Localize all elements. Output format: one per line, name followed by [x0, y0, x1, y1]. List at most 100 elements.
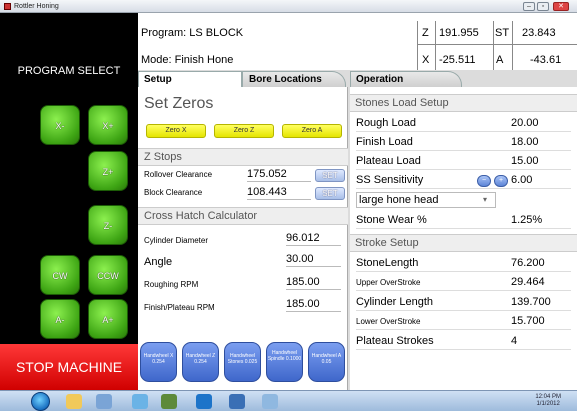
block-clearance-label: Block Clearance: [144, 188, 203, 197]
cross-hatch-header: Cross Hatch Calculator: [138, 207, 348, 225]
ss-sensitivity-input[interactable]: 6.00: [511, 174, 532, 186]
jog-x-minus-button[interactable]: X-: [40, 105, 80, 145]
rollover-clearance-input[interactable]: 175.052: [247, 168, 311, 182]
folder-icon[interactable]: [66, 394, 82, 409]
handwheel-stones-button[interactable]: Handwheel Stones 0.025: [224, 342, 261, 382]
program-select-label[interactable]: PROGRAM SELECT: [0, 65, 138, 77]
handwheel-spindle-button[interactable]: Handwheel Spindle 0.1000: [266, 342, 303, 382]
rollover-clearance-label: Rollover Clearance: [144, 170, 213, 179]
handwheel-a-button[interactable]: Handwheel A 0.05: [308, 342, 345, 382]
computer-icon[interactable]: [96, 394, 112, 409]
stop-machine-button[interactable]: STOP MACHINE: [0, 344, 138, 390]
axis-st-label: ST: [495, 27, 510, 39]
stone-wear-label: Stone Wear %: [356, 214, 427, 226]
browser-icon[interactable]: [132, 394, 148, 409]
minimize-button[interactable]: –: [523, 2, 535, 11]
skype-icon[interactable]: [196, 394, 212, 409]
close-button[interactable]: ✕: [553, 2, 569, 11]
tab-bore-locations[interactable]: Bore Locations: [242, 71, 346, 87]
chevron-down-icon: ▾: [482, 195, 487, 204]
angle-label: Angle: [144, 256, 173, 268]
stone-wear-row: Stone Wear % 1.25%: [356, 211, 571, 229]
jog-z-minus-button[interactable]: Z-: [88, 205, 128, 245]
stone-wear-value: 1.25%: [511, 214, 543, 226]
axis-st-value: 23.843: [522, 27, 556, 39]
finish-load-label: Finish Load: [356, 136, 413, 148]
axis-a-value: -43.61: [530, 54, 562, 66]
plateau-load-input[interactable]: 15.00: [511, 155, 539, 167]
z-stops-header: Z Stops: [138, 148, 348, 166]
rollover-set-button[interactable]: SET: [315, 169, 345, 182]
rough-load-row: Rough Load 20.00: [356, 114, 571, 132]
clock-time: 12:04 PM: [535, 394, 561, 400]
ss-sensitivity-label: SS Sensitivity: [356, 174, 424, 186]
window-title-bar: Rottler Honing – ▫ ✕: [0, 0, 577, 13]
finish-plateau-rpm-label: Finish/Plateau RPM: [144, 303, 215, 312]
finish-plateau-rpm-input[interactable]: 185.00: [286, 298, 341, 312]
jog-cw-button[interactable]: CW: [40, 255, 80, 295]
tab-setup[interactable]: Setup: [138, 71, 242, 87]
finish-load-row: Finish Load 18.00: [356, 133, 571, 151]
jog-z-plus-button[interactable]: Z+: [88, 151, 128, 191]
clock-date: 1/1/2012: [536, 401, 560, 407]
program-header: Program: LS BLOCK Mode: Finish Hone Z 19…: [138, 13, 577, 70]
start-menu-icon[interactable]: [31, 392, 50, 411]
handwheel-z-button[interactable]: Handwheel Z 0.254: [182, 342, 219, 382]
cylinder-length-row: Cylinder Length 139.700: [356, 293, 571, 311]
rough-load-label: Rough Load: [356, 117, 416, 129]
settings-icon[interactable]: [229, 394, 245, 409]
plateau-strokes-row: Plateau Strokes 4: [356, 332, 571, 350]
cylinder-length-input[interactable]: 139.700: [511, 296, 551, 308]
system-clock[interactable]: 12:04 PM 1/1/2012: [535, 394, 561, 408]
jog-panel: PROGRAM SELECT X- X+ Z+ Z- CW CCW A- A+: [0, 13, 138, 390]
stone-length-input[interactable]: 76.200: [511, 257, 545, 269]
block-set-button[interactable]: SET: [315, 187, 345, 200]
stroke-setup-header: Stroke Setup: [350, 234, 577, 252]
axis-z-label: Z: [422, 27, 429, 39]
finish-load-input[interactable]: 18.00: [511, 136, 539, 148]
app-icon: [4, 3, 11, 10]
plateau-strokes-label: Plateau Strokes: [356, 335, 434, 347]
zero-a-button[interactable]: Zero A: [282, 124, 342, 138]
upper-overstroke-input[interactable]: 29.464: [511, 276, 545, 288]
taskbar: 12:04 PM 1/1/2012: [0, 390, 577, 411]
lower-overstroke-input[interactable]: 15.700: [511, 315, 545, 327]
jog-x-plus-button[interactable]: X+: [88, 105, 128, 145]
set-zeros-title: Set Zeros: [144, 95, 214, 112]
stones-stroke-panel: Stones Load Setup Rough Load 20.00 Finis…: [350, 87, 577, 390]
upper-overstroke-label: Upper OverStroke: [356, 278, 421, 287]
jog-a-minus-button[interactable]: A-: [40, 299, 80, 339]
jog-ccw-button[interactable]: CCW: [88, 255, 128, 295]
upper-overstroke-row: Upper OverStroke 29.464: [356, 273, 571, 291]
angle-input[interactable]: 30.00: [286, 253, 341, 267]
plateau-strokes-input[interactable]: 4: [511, 335, 517, 347]
cylinder-diameter-input[interactable]: 96.012: [286, 232, 341, 246]
rough-load-input[interactable]: 20.00: [511, 117, 539, 129]
roughing-rpm-label: Roughing RPM: [144, 280, 199, 289]
jog-a-plus-button[interactable]: A+: [88, 299, 128, 339]
cylinder-diameter-label: Cylinder Diameter: [144, 236, 209, 245]
decrease-icon[interactable]: −: [477, 175, 491, 187]
zero-z-button[interactable]: Zero Z: [214, 124, 274, 138]
tab-operation[interactable]: Operation: [350, 71, 462, 87]
mode-name: Mode: Finish Hone: [141, 54, 234, 66]
maximize-button[interactable]: ▫: [537, 2, 549, 11]
zero-x-button[interactable]: Zero X: [146, 124, 206, 138]
handwheel-x-button[interactable]: Handwheel X 0.254: [140, 342, 177, 382]
hone-head-value: large hone head: [359, 194, 439, 206]
axis-x-label: X: [422, 54, 430, 66]
axis-z-value: 191.955: [439, 27, 479, 39]
block-clearance-input[interactable]: 108.443: [247, 186, 311, 200]
axis-x-value: -25.511: [439, 54, 476, 66]
roughing-rpm-input[interactable]: 185.00: [286, 276, 341, 290]
lower-overstroke-label: Lower OverStroke: [356, 317, 421, 326]
app-icon[interactable]: [161, 394, 177, 409]
paint-icon[interactable]: [262, 394, 278, 409]
ss-sensitivity-row: SS Sensitivity − + 6.00: [356, 171, 571, 189]
plateau-load-row: Plateau Load 15.00: [356, 152, 571, 170]
increase-icon[interactable]: +: [494, 175, 508, 187]
hone-head-select[interactable]: large hone head ▾: [356, 192, 496, 208]
lower-overstroke-row: Lower OverStroke 15.700: [356, 312, 571, 330]
plateau-load-label: Plateau Load: [356, 155, 421, 167]
cylinder-length-label: Cylinder Length: [356, 296, 434, 308]
